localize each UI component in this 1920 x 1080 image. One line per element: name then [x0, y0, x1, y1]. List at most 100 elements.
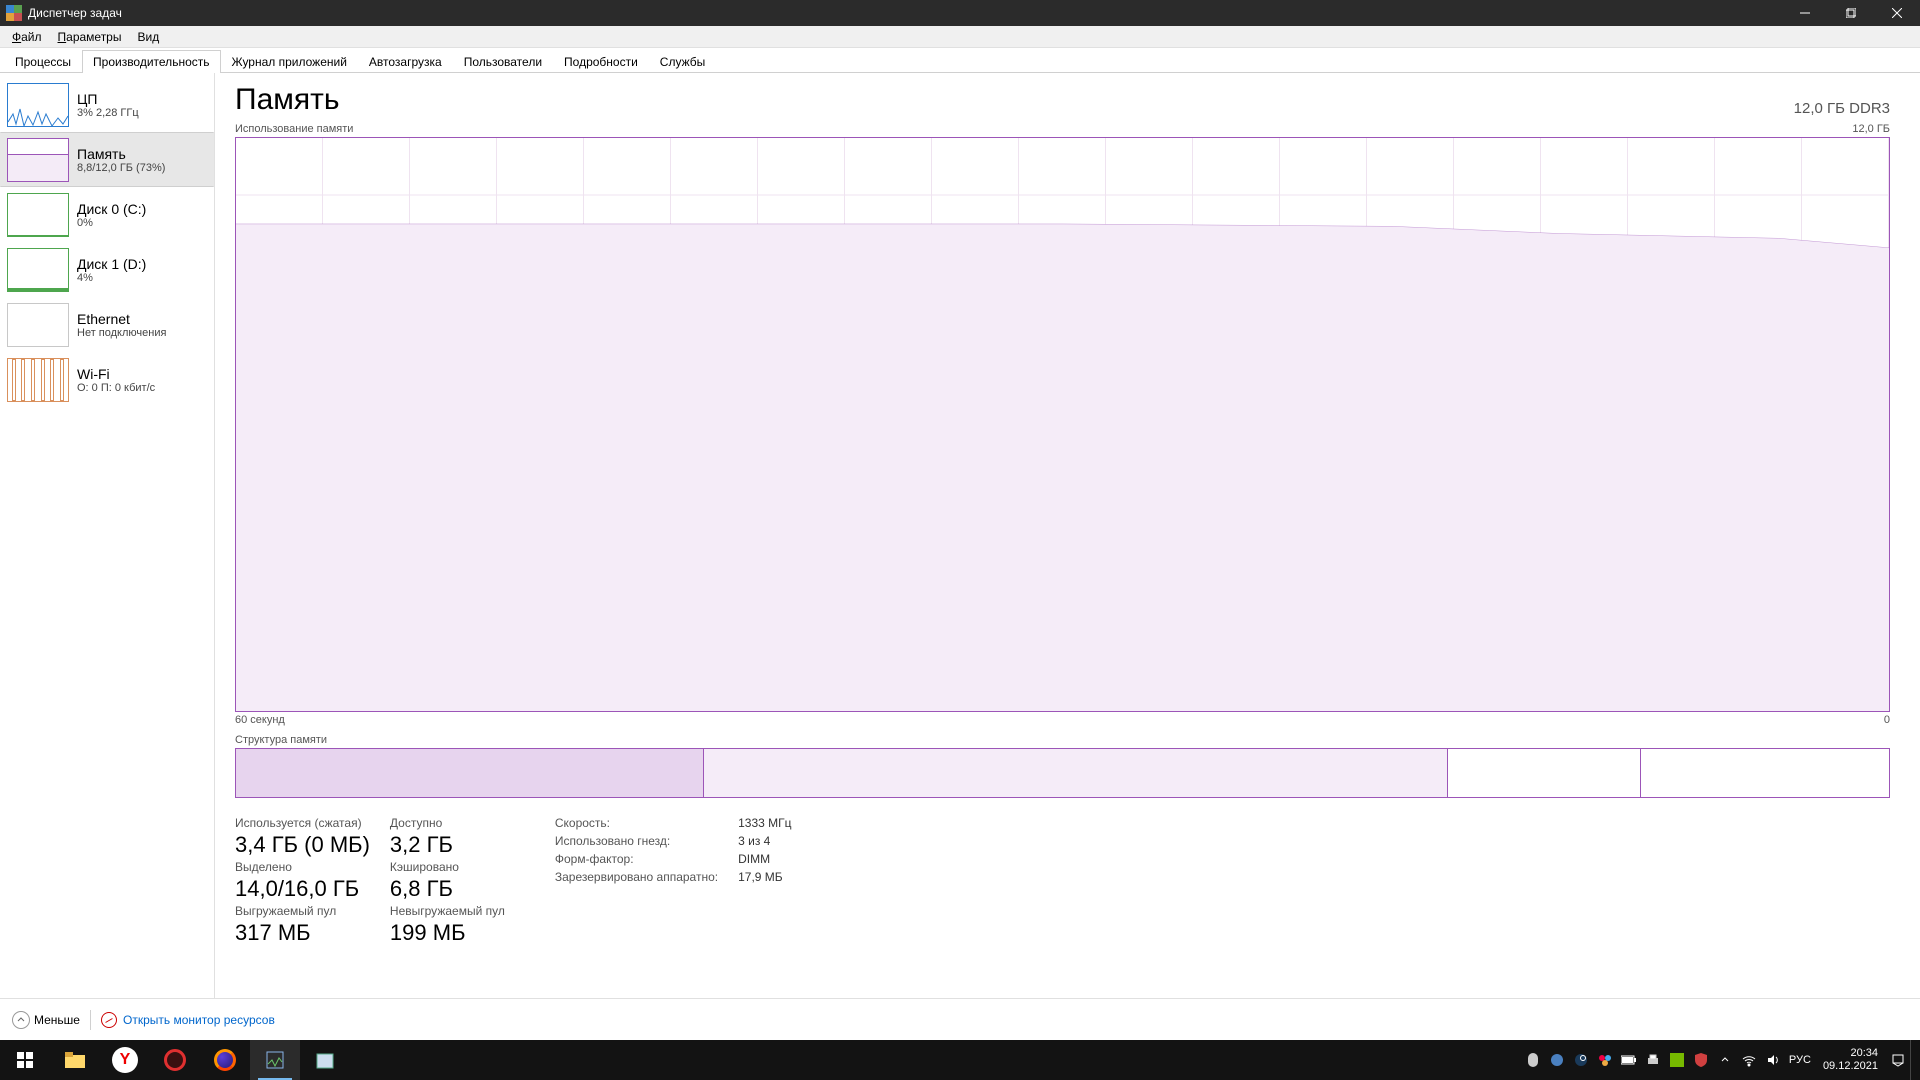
menu-view[interactable]: Вид [129, 28, 167, 46]
cpu-sub: 3% 2,28 ГГц [77, 107, 139, 119]
memory-segment-modified [704, 749, 1448, 797]
info-form-value: DIMM [738, 852, 791, 866]
stat-committed-label: Выделено [235, 860, 370, 874]
info-reserved-value: 17,9 МБ [738, 870, 791, 884]
memory-segment-in_use [236, 749, 704, 797]
menubar: Файл Параметры Вид [0, 26, 1920, 48]
minimize-button[interactable] [1782, 0, 1828, 26]
tab-app-history[interactable]: Журнал приложений [221, 50, 358, 73]
taskbar-firefox[interactable] [200, 1040, 250, 1080]
sidebar-item-disk0[interactable]: Диск 0 (C:) 0% [0, 187, 214, 242]
info-slots-value: 3 из 4 [738, 834, 791, 848]
chart-time-range-right: 0 [1884, 714, 1890, 726]
memory-name: Память [77, 146, 165, 162]
stat-nonpaged-label: Невыгружаемый пул [390, 904, 505, 918]
tray-wifi-icon[interactable] [1737, 1040, 1761, 1080]
chart-time-range-left: 60 секунд [235, 714, 285, 726]
app-icon [6, 5, 22, 21]
close-button[interactable] [1874, 0, 1920, 26]
sidebar: ЦП 3% 2,28 ГГц Память 8,8/12,0 ГБ (73%) … [0, 73, 215, 998]
separator [90, 1010, 91, 1030]
open-resource-monitor-link[interactable]: Открыть монитор ресурсов [101, 1012, 275, 1028]
wifi-name: Wi-Fi [77, 366, 155, 382]
taskbar-explorer[interactable] [50, 1040, 100, 1080]
menu-file-rest: айл [21, 30, 41, 44]
tab-startup[interactable]: Автозагрузка [358, 50, 453, 73]
menu-file-label: Ф [12, 30, 21, 44]
tab-performance[interactable]: Производительность [82, 50, 220, 73]
taskbar: Y РУС 20:34 09.12.2021 [0, 1040, 1920, 1080]
maximize-button[interactable] [1828, 0, 1874, 26]
taskbar-yandex[interactable]: Y [100, 1040, 150, 1080]
stat-paged-label: Выгружаемый пул [235, 904, 370, 918]
tab-services[interactable]: Службы [649, 50, 716, 73]
wifi-thumbnail [7, 358, 69, 402]
stat-cached-label: Кэшировано [390, 860, 505, 874]
sidebar-item-cpu[interactable]: ЦП 3% 2,28 ГГц [0, 77, 214, 132]
resmon-label: Открыть монитор ресурсов [123, 1013, 275, 1027]
tray-color-icon[interactable] [1593, 1040, 1617, 1080]
tab-details[interactable]: Подробности [553, 50, 649, 73]
tray-steam-icon[interactable] [1569, 1040, 1593, 1080]
chevron-up-icon [12, 1011, 30, 1029]
window-title: Диспетчер задач [28, 6, 122, 20]
fewer-details-button[interactable]: Меньше [12, 1011, 80, 1029]
stat-inuse-label: Используется (сжатая) [235, 816, 370, 830]
ethernet-sub: Нет подключения [77, 327, 166, 339]
start-button[interactable] [0, 1040, 50, 1080]
tab-users[interactable]: Пользователи [453, 50, 553, 73]
info-form-label: Форм-фактор: [555, 852, 718, 866]
tray-globe-icon[interactable] [1545, 1040, 1569, 1080]
memory-structure-bar [235, 748, 1890, 798]
resmon-icon [101, 1012, 117, 1028]
content-area: Память 12,0 ГБ DDR3 Использование памяти… [215, 73, 1920, 998]
menu-options[interactable]: Параметры [50, 28, 130, 46]
memory-thumbnail [7, 138, 69, 182]
memory-segment-standby [1448, 749, 1641, 797]
tray-nvidia-icon[interactable] [1665, 1040, 1689, 1080]
sidebar-item-wifi[interactable]: Wi-Fi О: 0 П: 0 кбит/с [0, 352, 214, 407]
disk1-sub: 4% [77, 272, 146, 284]
tray-volume-icon[interactable] [1761, 1040, 1785, 1080]
info-reserved-label: Зарезервировано аппаратно: [555, 870, 718, 884]
memory-usage-chart [235, 137, 1890, 712]
stat-committed-value: 14,0/16,0 ГБ [235, 876, 370, 902]
page-title: Память [235, 83, 340, 117]
tray-notifications-icon[interactable] [1886, 1040, 1910, 1080]
taskbar-opera[interactable] [150, 1040, 200, 1080]
tray-lang[interactable]: РУС [1785, 1040, 1815, 1080]
info-speed-value: 1333 МГц [738, 816, 791, 830]
taskbar-date: 09.12.2021 [1823, 1060, 1878, 1073]
info-speed-label: Скорость: [555, 816, 718, 830]
taskbar-time: 20:34 [1823, 1047, 1878, 1060]
taskbar-taskmgr[interactable] [250, 1040, 300, 1080]
disk1-name: Диск 1 (D:) [77, 256, 146, 272]
tray-game-icon[interactable] [1521, 1040, 1545, 1080]
tabstrip: Процессы Производительность Журнал прило… [0, 48, 1920, 73]
sidebar-item-ethernet[interactable]: Ethernet Нет подключения [0, 297, 214, 352]
memory-sub: 8,8/12,0 ГБ (73%) [77, 162, 165, 174]
cpu-thumbnail [7, 83, 69, 127]
show-desktop-button[interactable] [1910, 1040, 1918, 1080]
tray-printer-icon[interactable] [1641, 1040, 1665, 1080]
menu-file[interactable]: Файл [4, 28, 50, 46]
bottombar: Меньше Открыть монитор ресурсов [0, 998, 1920, 1040]
taskbar-clock[interactable]: 20:34 09.12.2021 [1815, 1047, 1886, 1073]
main-area: ЦП 3% 2,28 ГГц Память 8,8/12,0 ГБ (73%) … [0, 73, 1920, 998]
tab-processes[interactable]: Процессы [4, 50, 82, 73]
stat-avail-value: 3,2 ГБ [390, 832, 505, 858]
sidebar-item-disk1[interactable]: Диск 1 (D:) 4% [0, 242, 214, 297]
tray-battery-icon[interactable] [1617, 1040, 1641, 1080]
tray-overflow-icon[interactable] [1713, 1040, 1737, 1080]
chart-usage-label: Использование памяти [235, 123, 353, 135]
tray-shield-icon[interactable] [1689, 1040, 1713, 1080]
info-slots-label: Использовано гнезд: [555, 834, 718, 848]
disk0-thumbnail [7, 193, 69, 237]
memory-total-label: 12,0 ГБ DDR3 [1794, 100, 1890, 117]
sidebar-item-memory[interactable]: Память 8,8/12,0 ГБ (73%) [0, 132, 214, 187]
taskbar-app[interactable] [300, 1040, 350, 1080]
memory-structure-label: Структура памяти [235, 734, 1890, 746]
stat-avail-label: Доступно [390, 816, 505, 830]
ethernet-thumbnail [7, 303, 69, 347]
cpu-name: ЦП [77, 91, 139, 107]
